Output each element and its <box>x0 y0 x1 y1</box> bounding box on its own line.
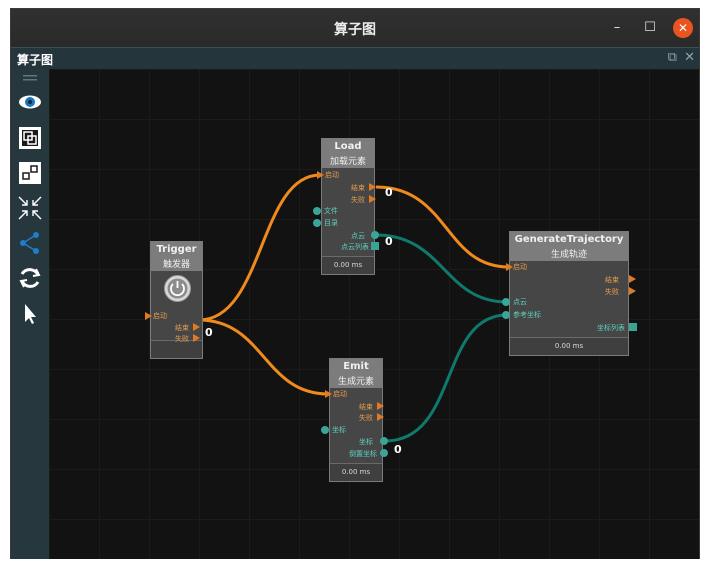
emit-out-coord-label: 坐标 <box>359 438 373 446</box>
node-subtitle: 加载元素 <box>322 154 374 169</box>
emit-out-end-port[interactable] <box>377 402 384 410</box>
pointer-icon[interactable] <box>17 301 43 327</box>
emit-out-fail-port[interactable] <box>377 413 384 421</box>
trigger-in-start-port[interactable] <box>145 312 152 320</box>
load-out-cloud-list-label: 点云列表 <box>341 243 369 251</box>
collapse-icon[interactable] <box>17 195 43 221</box>
load-in-file-label: 文件 <box>324 207 338 215</box>
wire-coord-to-generate <box>384 313 508 443</box>
node-title: Emit <box>330 359 382 374</box>
load-out-fail-label: 失败 <box>351 196 365 204</box>
load-in-dir-port[interactable] <box>313 219 321 227</box>
panel-title: 算子图 <box>17 53 54 67</box>
emit-out-coord-inverse-label: 倒置坐标 <box>349 450 377 458</box>
panel-close-icon[interactable]: ✕ <box>684 50 695 65</box>
operator-graph-canvas[interactable]: Trigger 触发器 启动 结束 失败 0 Load 加载元素 0.00 ms… <box>49 69 699 559</box>
trigger-in-start-label: 启动 <box>153 312 167 320</box>
node-subtitle: 触发器 <box>151 257 202 272</box>
trigger-out-end-port[interactable] <box>193 323 200 331</box>
load-in-file-port[interactable] <box>313 207 321 215</box>
undock-icon[interactable]: ⧉ <box>668 50 677 65</box>
load-in-dir-label: 目录 <box>324 219 338 227</box>
minimize-button[interactable]: – <box>607 18 627 38</box>
emit-out-coord-inverse-port[interactable] <box>380 449 388 457</box>
generate-in-cloud-port[interactable] <box>502 298 510 306</box>
generate-out-coord-list-port[interactable] <box>629 323 637 331</box>
node-title: Trigger <box>151 242 202 257</box>
panel-header: 算子图 ⧉ ✕ <box>11 47 699 70</box>
emit-in-start-port[interactable] <box>325 390 332 398</box>
drag-handle-icon[interactable] <box>17 71 43 85</box>
power-button-icon[interactable] <box>163 274 192 307</box>
load-out-end-port[interactable] <box>369 183 376 191</box>
generate-in-ref-port[interactable] <box>502 311 510 319</box>
emit-out-end-label: 结束 <box>359 403 373 411</box>
load-in-start-label: 启动 <box>325 171 339 179</box>
refresh-icon[interactable] <box>17 265 43 291</box>
node-subtitle: 生成元素 <box>330 374 382 389</box>
load-out-cloud-label: 点云 <box>351 232 365 240</box>
wire-load-to-generate <box>375 185 510 269</box>
generate-out-end-label: 结束 <box>605 276 619 284</box>
emit-in-start-label: 启动 <box>333 390 347 398</box>
load-in-start-port[interactable] <box>317 171 324 179</box>
trigger-out-fail-port[interactable] <box>193 334 200 342</box>
panel-buttons: ⧉ ✕ <box>665 50 695 65</box>
node-title: Load <box>322 139 374 154</box>
node-subtitle: 生成轨迹 <box>510 247 628 262</box>
connections-icon[interactable] <box>17 230 43 256</box>
eye-icon[interactable] <box>17 89 43 115</box>
app-window: 算子图 – ☐ ✕ 算子图 ⧉ ✕ Trigger 触发器 启动 结束 失败 0… <box>10 8 700 559</box>
generate-out-fail-port[interactable] <box>629 287 636 295</box>
emit-in-coord-label: 坐标 <box>332 426 346 434</box>
load-end-counter: 0 <box>385 186 393 199</box>
node-time: 0.00 ms <box>322 256 374 274</box>
load-out-cloud-list-port[interactable] <box>371 242 379 250</box>
load-out-fail-port[interactable] <box>369 195 376 203</box>
generate-in-cloud-label: 点云 <box>513 298 527 306</box>
emit-out-coord-port[interactable] <box>380 437 388 445</box>
trigger-counter: 0 <box>205 326 213 339</box>
generate-out-coord-list-label: 坐标列表 <box>597 324 625 332</box>
generate-in-start-label: 启动 <box>513 263 527 271</box>
generate-in-start-port[interactable] <box>506 263 513 271</box>
emit-counter: 0 <box>394 443 402 456</box>
maximize-button[interactable]: ☐ <box>640 18 660 38</box>
node-title: GenerateTrajectory <box>510 232 628 247</box>
window-title: 算子图 <box>334 22 376 38</box>
emit-in-coord-port[interactable] <box>321 426 329 434</box>
wire-trigger-to-load <box>198 173 321 322</box>
wire-trigger-to-emit <box>198 318 329 396</box>
trigger-out-end-label: 结束 <box>175 324 189 332</box>
layout-icon[interactable] <box>17 160 43 186</box>
wire-cloud-to-generate <box>375 233 508 304</box>
generate-in-ref-label: 参考坐标 <box>513 311 541 319</box>
trigger-out-fail-label: 失败 <box>175 335 189 343</box>
generate-out-fail-label: 失败 <box>605 288 619 296</box>
load-out-end-label: 结束 <box>351 184 365 192</box>
emit-out-fail-label: 失败 <box>359 414 373 422</box>
generate-out-end-port[interactable] <box>629 275 636 283</box>
node-time: 0.00 ms <box>510 337 628 355</box>
node-time: 0.00 ms <box>330 463 382 481</box>
close-button[interactable]: ✕ <box>673 18 693 38</box>
load-out-cloud-port[interactable] <box>371 231 379 239</box>
load-cloud-counter: 0 <box>385 235 393 248</box>
title-bar[interactable]: 算子图 – ☐ ✕ <box>11 9 699 47</box>
side-toolbar <box>11 69 49 559</box>
fit-view-icon[interactable] <box>17 125 43 151</box>
